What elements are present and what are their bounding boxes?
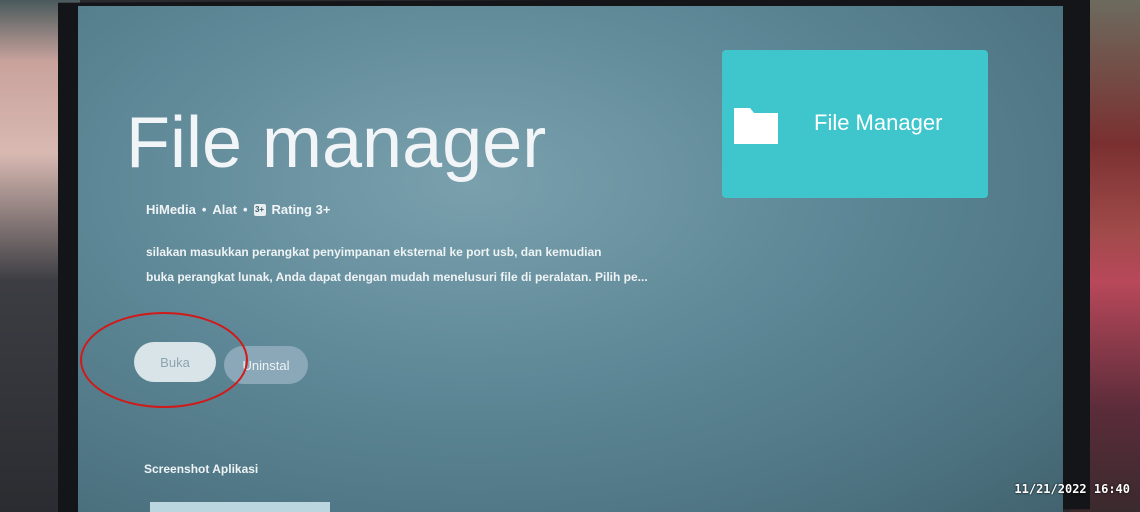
developer-name: HiMedia bbox=[146, 202, 196, 217]
description-line: buka perangkat lunak, Anda dapat dengan … bbox=[146, 270, 648, 284]
folder-icon bbox=[734, 108, 778, 144]
app-rating: Rating 3+ bbox=[271, 202, 331, 217]
app-banner: File Manager bbox=[722, 50, 988, 198]
screenshots-section-title: Screenshot Aplikasi bbox=[144, 462, 259, 476]
description-line: silakan masukkan perangkat penyimpanan e… bbox=[146, 245, 602, 259]
screenshot-thumbnail[interactable] bbox=[150, 502, 330, 512]
meta-separator: • bbox=[242, 202, 248, 217]
annotation-circle bbox=[80, 312, 248, 408]
photo-timestamp: 11/21/2022 16:40 bbox=[1014, 482, 1130, 496]
rating-icon: 3+ bbox=[253, 203, 266, 216]
app-meta-row: HiMedia • Alat • 3+ Rating 3+ bbox=[146, 202, 330, 217]
app-description: silakan masukkan perangkat penyimpanan e… bbox=[146, 240, 706, 290]
app-category: Alat bbox=[212, 202, 237, 217]
app-title: File manager bbox=[126, 103, 547, 183]
banner-title: File Manager bbox=[814, 110, 943, 135]
tv-screen: File manager HiMedia • Alat • 3+ Rating … bbox=[78, 6, 1063, 512]
meta-separator: • bbox=[201, 202, 207, 217]
